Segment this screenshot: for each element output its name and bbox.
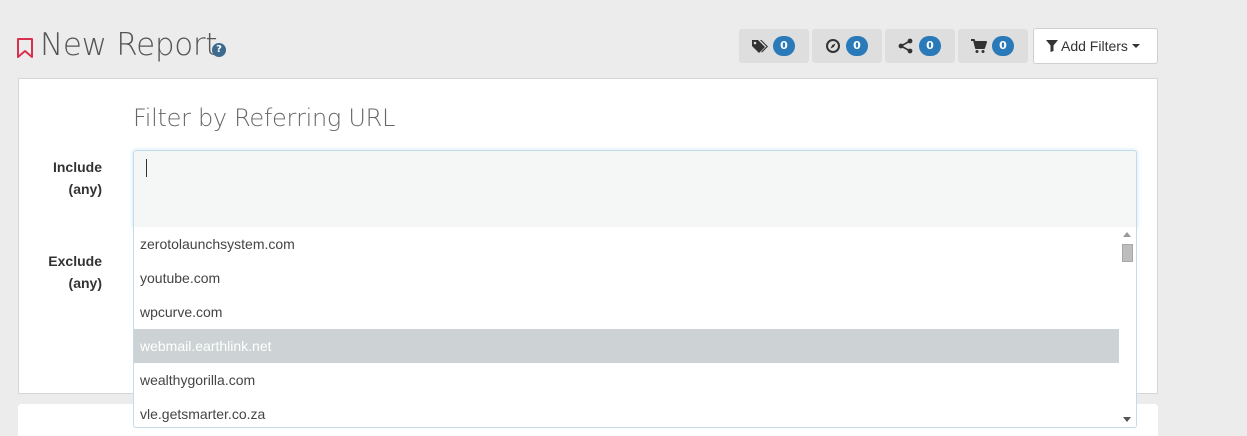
scroll-down-icon[interactable]	[1123, 417, 1131, 422]
referring-url-dropdown[interactable]: zerotolaunchsystem.com youtube.com wpcurve…	[133, 227, 1137, 428]
cart-icon	[971, 39, 987, 53]
filter-heading: Filter by Referring URL	[133, 104, 396, 132]
dropdown-option[interactable]: wealthygorilla.com	[134, 363, 1120, 397]
cart-count-badge: 0	[992, 36, 1014, 56]
add-filters-button[interactable]: Add Filters	[1033, 28, 1158, 64]
include-label: Include (any)	[12, 156, 102, 200]
page-header: New Report ? 0 0 0 0 Add Filters	[0, 0, 1247, 78]
share-count-badge: 0	[919, 36, 941, 56]
help-icon[interactable]: ?	[212, 43, 226, 57]
share-icon	[898, 38, 913, 54]
compass-count-badge: 0	[846, 36, 868, 56]
exclude-label-text: Exclude	[48, 253, 102, 269]
dropdown-scrollbar[interactable]	[1119, 227, 1136, 427]
dropdown-option[interactable]: vle.getsmarter.co.za	[134, 397, 1120, 427]
dropdown-option[interactable]: youtube.com	[134, 261, 1120, 295]
tags-icon	[752, 40, 768, 53]
dropdown-option[interactable]: webmail.earthlink.net	[134, 329, 1120, 363]
include-label-text: Include	[52, 159, 102, 175]
exclude-label: Exclude (any)	[12, 250, 102, 294]
compass-counter-button[interactable]: 0	[812, 29, 882, 63]
tags-counter-button[interactable]: 0	[739, 29, 809, 63]
add-filters-label: Add Filters	[1061, 38, 1128, 54]
dropdown-option[interactable]: zerotolaunchsystem.com	[134, 227, 1120, 261]
chevron-down-icon	[1131, 44, 1140, 48]
bookmark-icon[interactable]	[16, 38, 34, 58]
dropdown-list: zerotolaunchsystem.com youtube.com wpcurve…	[134, 227, 1120, 427]
text-cursor	[146, 159, 147, 177]
scroll-thumb[interactable]	[1122, 244, 1133, 262]
scroll-up-icon[interactable]	[1123, 232, 1131, 237]
include-input[interactable]	[133, 150, 1137, 228]
cart-counter-button[interactable]: 0	[958, 29, 1028, 63]
page-title: New Report	[40, 27, 218, 63]
dropdown-option[interactable]: wpcurve.com	[134, 295, 1120, 329]
filter-icon	[1046, 40, 1058, 52]
share-counter-button[interactable]: 0	[885, 29, 955, 63]
include-label-sub: (any)	[68, 181, 102, 197]
exclude-label-sub: (any)	[68, 275, 102, 291]
tags-count-badge: 0	[773, 36, 795, 56]
compass-icon	[826, 39, 840, 53]
